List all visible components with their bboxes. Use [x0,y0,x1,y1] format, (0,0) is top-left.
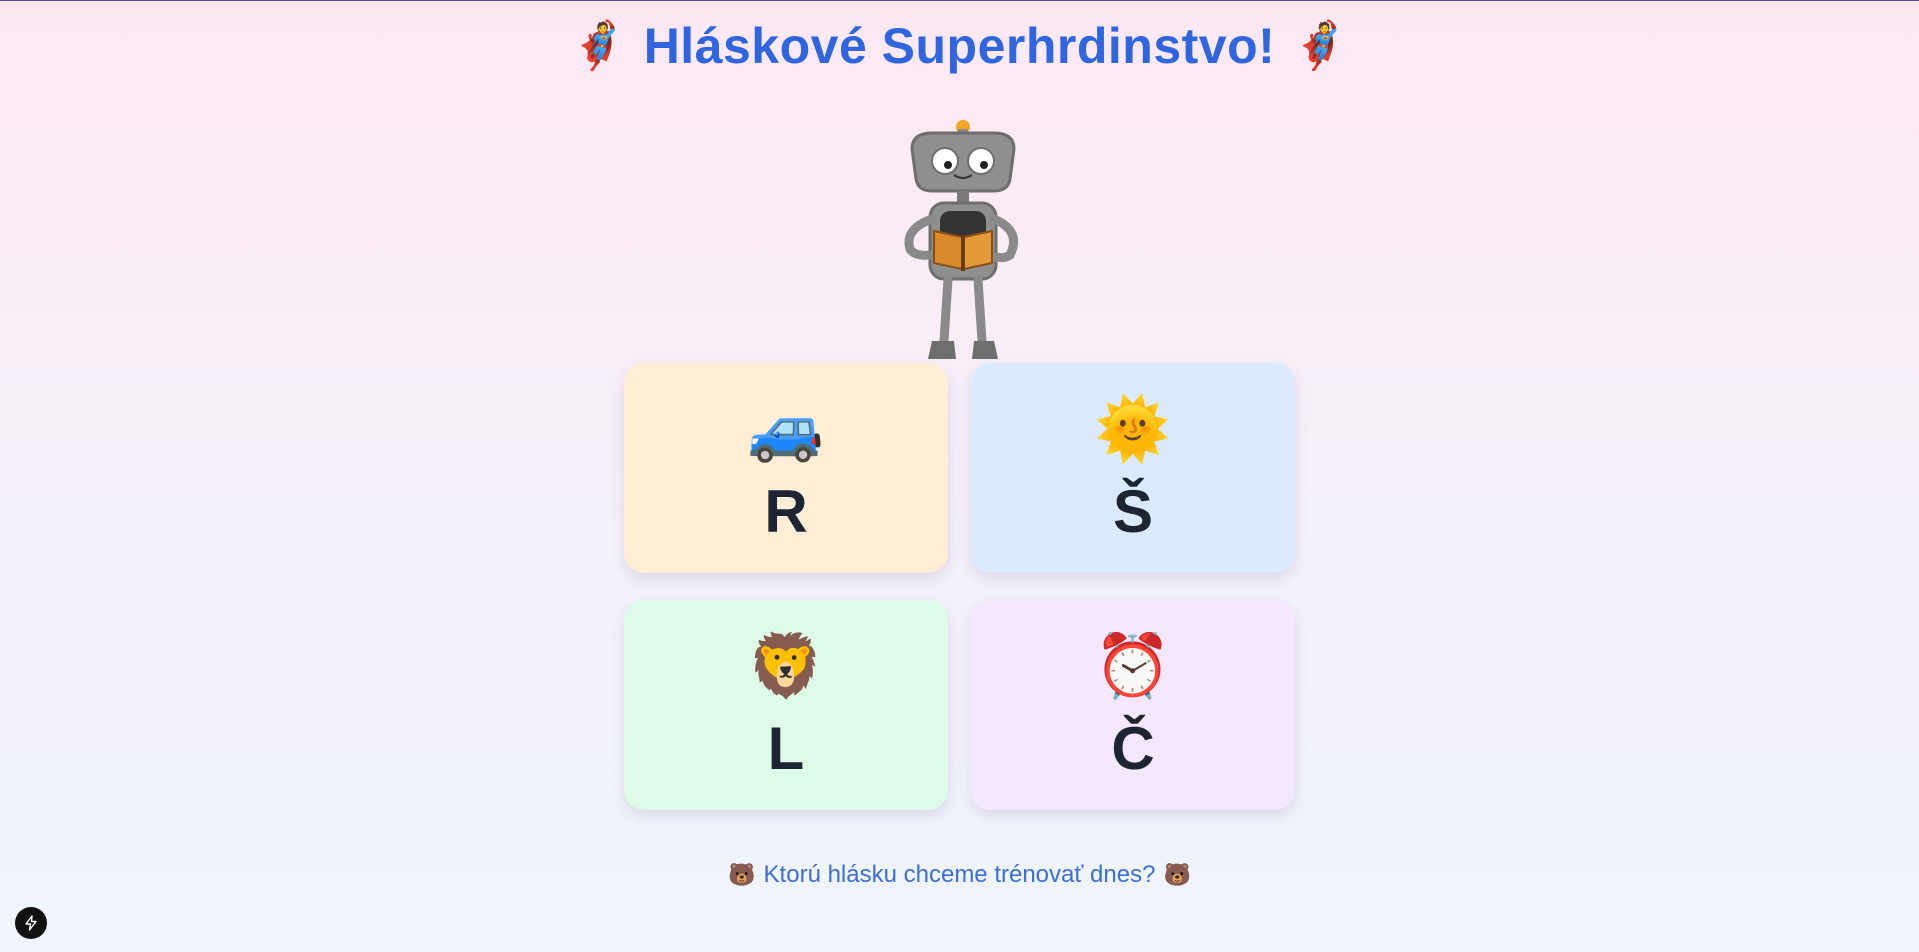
card-letter: R [764,478,808,545]
lion-icon: 🦁 [747,632,825,701]
bear-icon: 🐻 [1163,862,1191,887]
letter-card-r[interactable]: 🚙 R [624,363,948,573]
alarm-clock-icon: ⏰ [1094,632,1172,701]
lightning-bolt-button[interactable] [15,907,47,939]
card-letter: Š [1112,478,1154,545]
lightning-icon [25,915,37,931]
prompt-label: Ktorú hlásku chceme trénovať dnes? [763,861,1156,888]
letter-card-c-caron[interactable]: ⏰ Č [971,600,1295,810]
letter-card-s-caron[interactable]: 🌞 Š [971,363,1295,573]
prompt-text: 🐻 Ktorú hlásku chceme trénovať dnes? 🐻 [0,861,1919,889]
letter-card-l[interactable]: 🦁 L [624,600,948,810]
page-title: 🦸 Hláskové Superhrdinstvo! 🦸 [0,17,1919,75]
car-icon: 🚙 [747,395,825,464]
robot-mascot-icon [904,120,1018,359]
superhero-icon: 🦸 [1291,19,1350,71]
card-letter: Č [1111,715,1155,782]
page-title-text: Hláskové Superhrdinstvo! [643,18,1276,74]
card-letter: L [767,715,805,782]
bear-icon: 🐻 [728,862,756,887]
sun-icon: 🌞 [1094,395,1172,464]
superhero-icon: 🦸 [569,19,628,71]
